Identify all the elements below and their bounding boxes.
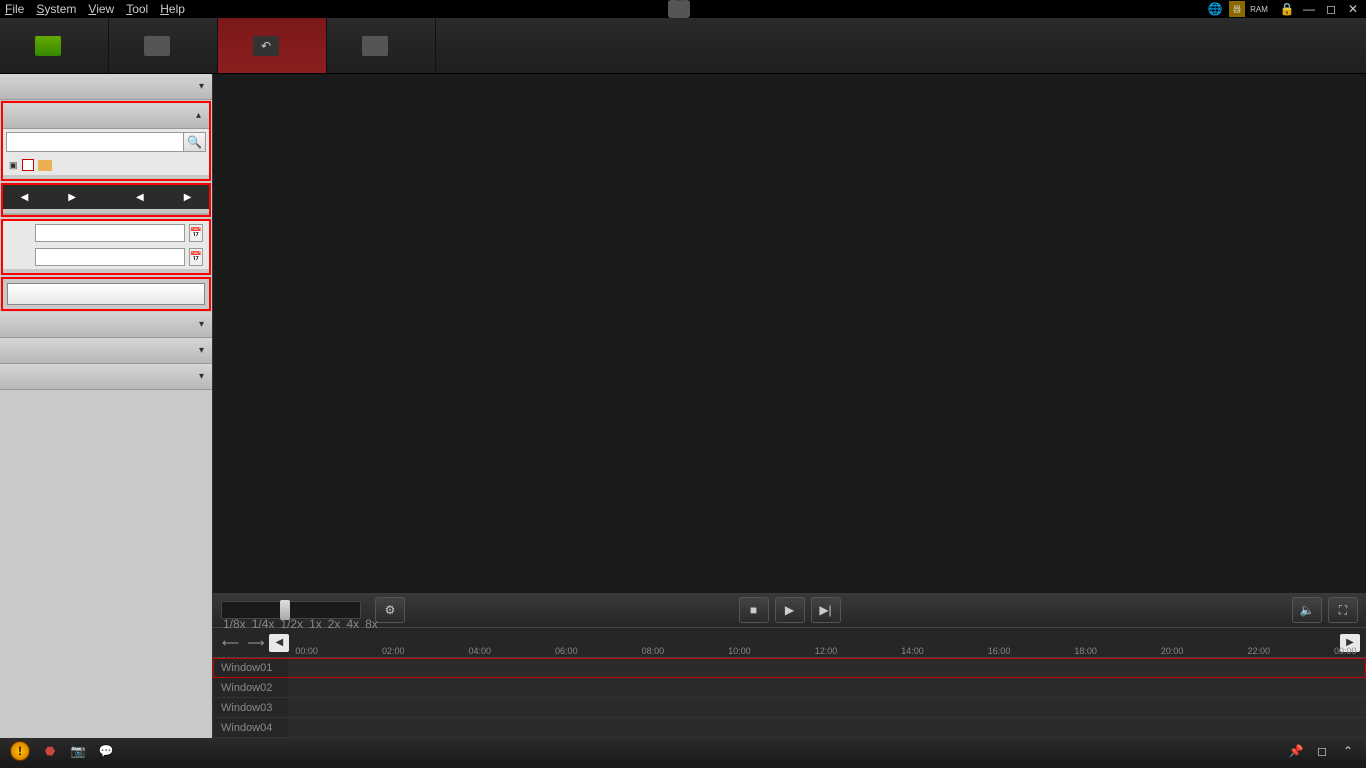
title-bar: File System View Tool Help 🌐 器 RAM 🔒 — ◻… <box>0 0 1366 18</box>
timeline-tick: 20:00 <box>1161 646 1184 656</box>
from-datetime-input[interactable] <box>35 224 185 242</box>
timeline-back-icon[interactable]: ⟵ <box>219 636 242 650</box>
cpu-icon[interactable]: 器 <box>1229 1 1245 17</box>
camera-icon <box>144 36 170 56</box>
next-year-button[interactable]: ▶ <box>184 192 192 203</box>
annotation-choose-cam <box>3 175 209 179</box>
timeline-row[interactable]: Window02 <box>213 678 1366 698</box>
camera-section-header[interactable]: ▴ <box>3 103 209 129</box>
fullscreen-button[interactable]: ⛶ <box>1328 597 1358 623</box>
annotation-choose-time <box>3 269 209 273</box>
menu-view[interactable]: View <box>88 2 114 16</box>
timeline-row-label: Window01 <box>213 662 288 674</box>
timeline-tick: 22:00 <box>1247 646 1270 656</box>
sidebar: ▾ ▴ 🔍 ▣ ◀ ▶ ◀ <box>0 74 213 738</box>
timeline-tick: 06:00 <box>555 646 578 656</box>
alert-icon[interactable]: ! <box>10 741 30 761</box>
prev-month-button[interactable]: ◀ <box>21 192 29 203</box>
ram-icon[interactable]: RAM <box>1251 1 1267 17</box>
timeline-tick: 00:00 <box>295 646 318 656</box>
status-icon-1[interactable]: ⬣ <box>42 743 58 759</box>
grid-icon <box>35 36 61 56</box>
search-result-section-header[interactable]: ▾ <box>0 338 212 364</box>
status-bar: ! ⬣ 📷 💬 📌 ◻ ⌃ <box>0 738 1366 764</box>
search-button[interactable] <box>7 283 205 305</box>
timeline-row[interactable]: Window03 <box>213 698 1366 718</box>
timeline-tick: 14:00 <box>901 646 924 656</box>
prev-year-button[interactable]: ◀ <box>136 192 144 203</box>
settings-button[interactable]: ⚙ <box>375 597 405 623</box>
timeline-tick: 10:00 <box>728 646 751 656</box>
menu-help[interactable]: Help <box>160 2 185 16</box>
next-month-button[interactable]: ▶ <box>68 192 76 203</box>
playback-controls: ⚙ ■ ▶ ▶| 🔈 ⛶ 1/8x1/4x1/2x1x2x4x8x <box>213 593 1366 627</box>
timeline-tick: 04:00 <box>469 646 492 656</box>
event-section-header[interactable]: ▾ <box>0 312 212 338</box>
timeline-tick: 00:00 <box>1334 646 1357 656</box>
restore-icon[interactable]: ◻ <box>1314 743 1330 759</box>
from-calendar-icon[interactable]: 📅 <box>189 224 203 242</box>
pin-icon[interactable]: 📌 <box>1288 743 1304 759</box>
camera-root-node[interactable]: ▣ <box>3 155 209 175</box>
folder-icon <box>38 160 52 171</box>
timeline-row[interactable]: Window01 <box>213 658 1366 678</box>
tab-main-view[interactable] <box>109 18 218 73</box>
menu-bar: File System View Tool Help <box>5 2 185 16</box>
menu-tool[interactable]: Tool <box>126 2 148 16</box>
timeline-row-label: Window03 <box>213 702 288 714</box>
calendar-grid <box>3 213 209 215</box>
expand-icon[interactable]: ⌃ <box>1340 743 1356 759</box>
video-grid <box>213 74 1366 593</box>
app-logo-icon <box>668 0 690 18</box>
play-button[interactable]: ▶ <box>775 597 805 623</box>
view-section-header[interactable]: ▾ <box>0 74 212 100</box>
root-checkbox[interactable] <box>22 159 34 171</box>
minimize-icon[interactable]: — <box>1301 1 1317 17</box>
to-datetime-input[interactable] <box>35 248 185 266</box>
vca-playback-section-header[interactable]: ▾ <box>0 364 212 390</box>
timeline-tick: 08:00 <box>642 646 665 656</box>
tab-control-panel[interactable] <box>0 18 109 73</box>
timeline-row[interactable]: Window04 <box>213 718 1366 738</box>
playback-icon: ↶ <box>253 36 279 56</box>
frame-forward-button[interactable]: ▶| <box>811 597 841 623</box>
search-icon[interactable]: 🔍 <box>184 132 206 152</box>
timeline-row-label: Window04 <box>213 722 288 734</box>
lock-icon[interactable]: 🔒 <box>1279 1 1295 17</box>
timeline-tick: 12:00 <box>815 646 838 656</box>
timeline-row-label: Window02 <box>213 682 288 694</box>
close-icon[interactable]: ✕ <box>1345 1 1361 17</box>
menu-system[interactable]: System <box>36 2 76 16</box>
status-icon-3[interactable]: 💬 <box>98 743 114 759</box>
app-title <box>668 0 698 18</box>
stop-button[interactable]: ■ <box>739 597 769 623</box>
tab-remote-playback[interactable]: ↶ <box>218 18 327 73</box>
globe-icon[interactable]: 🌐 <box>1207 1 1223 17</box>
timeline-tick: 18:00 <box>1074 646 1097 656</box>
menu-file[interactable]: File <box>5 2 24 16</box>
calendar-nav: ◀ ▶ ◀ ▶ <box>3 185 209 209</box>
status-icon-2[interactable]: 📷 <box>70 743 86 759</box>
to-calendar-icon[interactable]: 📅 <box>189 248 203 266</box>
main-tab-bar: ↶ <box>0 18 1366 74</box>
camera-search-input[interactable] <box>6 132 184 152</box>
timeline-tick: 16:00 <box>988 646 1011 656</box>
timeline: ⟵ ⟶ ◀ 00:00 02:00 04:00 06:00 08:00 10:00 12:0… <box>213 627 1366 738</box>
timeline-tick: 02:00 <box>382 646 405 656</box>
timeline-fwd-icon[interactable]: ⟶ <box>244 636 267 650</box>
content-area: ⚙ ■ ▶ ▶| 🔈 ⛶ 1/8x1/4x1/2x1x2x4x8x ⟵ ⟶ ◀ <box>213 74 1366 738</box>
device-icon <box>362 36 388 56</box>
tab-device-management[interactable] <box>327 18 436 73</box>
volume-button[interactable]: 🔈 <box>1292 597 1322 623</box>
timeline-prev-button[interactable]: ◀ <box>269 634 289 652</box>
maximize-icon[interactable]: ◻ <box>1323 1 1339 17</box>
